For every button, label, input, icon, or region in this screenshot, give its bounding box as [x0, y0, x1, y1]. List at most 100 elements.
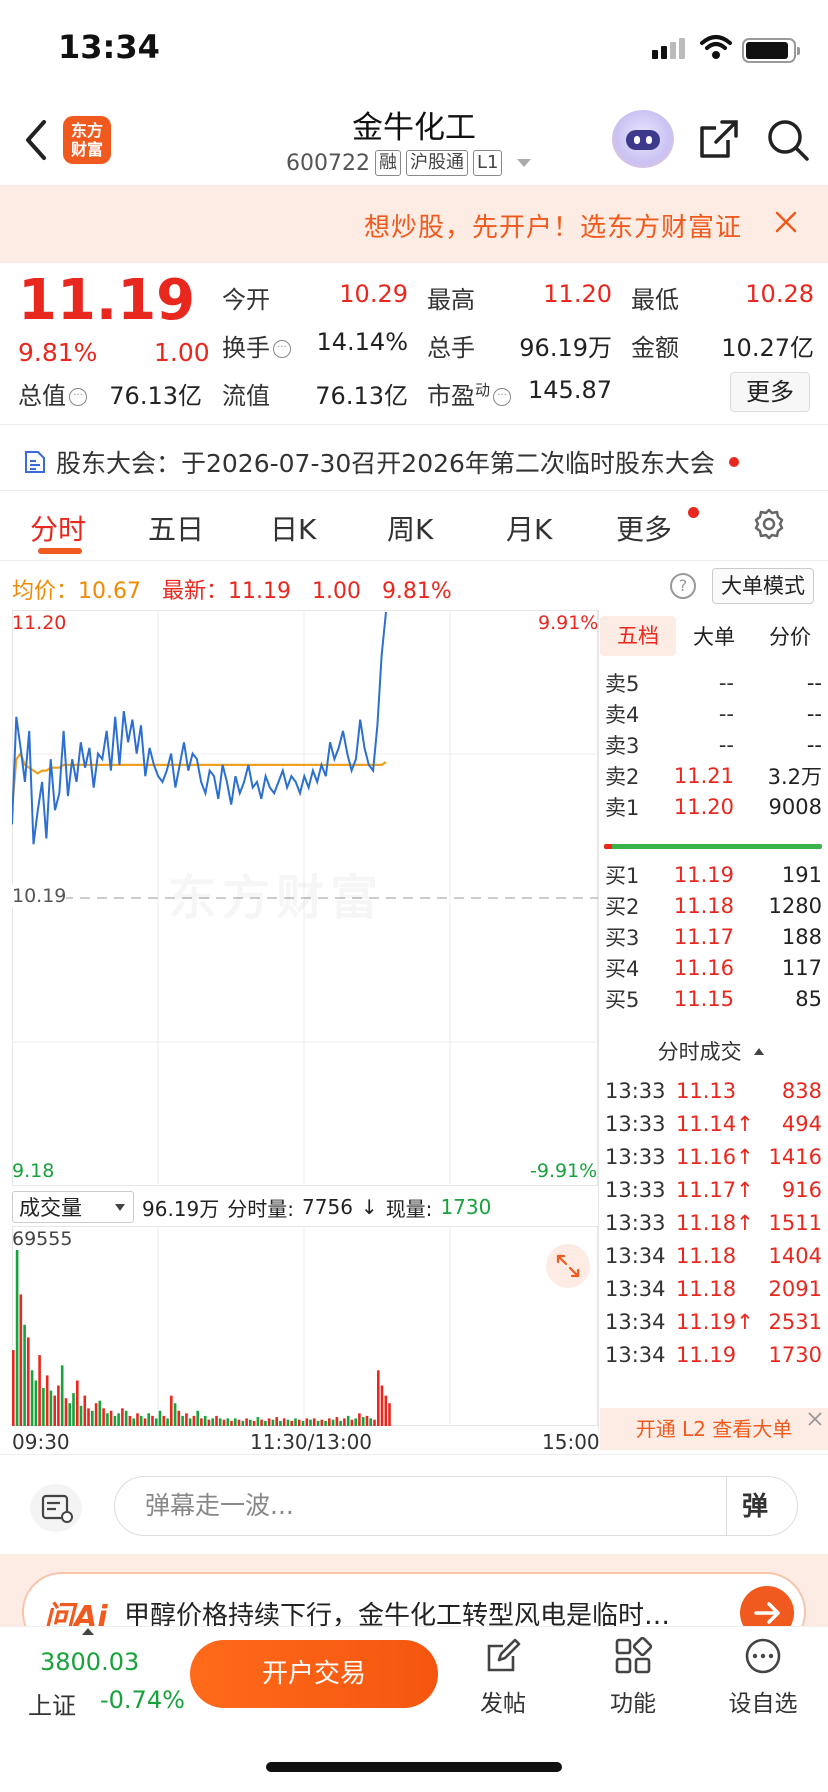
tab-five-day[interactable]: 五日	[148, 508, 204, 548]
open-account-trade-button[interactable]: 开户交易	[190, 1640, 438, 1708]
volume-selector[interactable]: 成交量	[12, 1191, 134, 1223]
y-axis-top-label: 11.20	[12, 612, 67, 634]
avg-price-line	[12, 751, 387, 811]
ask-row[interactable]: 卖4 -- --	[600, 697, 822, 731]
pct-axis-top-label: 9.91%	[538, 612, 599, 634]
float-cap-label: 流值	[222, 382, 270, 410]
info-icon[interactable]: ···	[493, 388, 512, 406]
danmaku-toggle-button[interactable]: 弹	[742, 1486, 768, 1523]
close-icon[interactable]	[806, 1410, 824, 1428]
level-label: 卖2	[605, 765, 640, 789]
search-icon[interactable]	[766, 118, 810, 162]
volume-bar	[147, 1413, 150, 1426]
volume-bar	[346, 1415, 350, 1426]
now-volume-label: 现量:	[385, 1196, 433, 1221]
ask-row[interactable]: 卖3 -- --	[600, 728, 822, 762]
intraday-stats: 均价：10.67 最新：11.19 1.00 9.81%	[12, 573, 452, 605]
stock-code-line[interactable]: 600722 融 沪股通 L1	[286, 150, 532, 176]
comment-list-icon[interactable]	[30, 1484, 82, 1532]
volume-bar	[136, 1413, 139, 1426]
total-hands-value: 96.19万	[519, 334, 612, 362]
tab-big-orders[interactable]: 大单	[676, 621, 752, 651]
volume-bar	[241, 1420, 245, 1426]
index-value[interactable]: 3800.03	[40, 1648, 139, 1676]
expand-button[interactable]	[546, 1244, 590, 1288]
volume-bar	[218, 1418, 222, 1426]
tab-monthly-k[interactable]: 月K	[506, 508, 552, 548]
volume-bar	[15, 1250, 19, 1426]
volume-bar	[350, 1419, 354, 1426]
volume-bar	[335, 1417, 339, 1426]
nav-add-watchlist[interactable]: 设自选	[718, 1636, 808, 1718]
volume-bar	[60, 1365, 64, 1426]
level-volume: 85	[795, 987, 822, 1011]
more-stats-button[interactable]: 更多	[730, 372, 810, 412]
bid-row[interactable]: 买4 11.16 117	[600, 951, 822, 985]
chevron-up-icon[interactable]	[82, 1628, 94, 1635]
volume-bar	[128, 1415, 132, 1426]
gear-icon[interactable]	[752, 507, 786, 541]
nav-functions[interactable]: 功能	[588, 1636, 678, 1718]
x-axis-noon: 11:30/13:00	[250, 1430, 373, 1454]
ask-row[interactable]: 卖5 -- --	[600, 666, 822, 700]
volume-bar	[260, 1419, 263, 1426]
level-volume: 117	[781, 956, 822, 980]
level-price: 11.20	[673, 795, 734, 819]
big-order-mode-button[interactable]: 大单模式	[712, 568, 814, 604]
bid-row[interactable]: 买2 11.18 1280	[600, 889, 822, 923]
trade-volume: 2091	[768, 1277, 822, 1301]
volume-bar	[230, 1420, 233, 1426]
volume-bar	[309, 1419, 312, 1426]
y-axis-bottom-label: 9.18	[12, 1160, 55, 1182]
ai-assistant-icon[interactable]	[612, 110, 674, 168]
volume-bar	[369, 1418, 372, 1426]
trade-time: 13:33	[605, 1145, 666, 1169]
tab-price-distribution[interactable]: 分价	[752, 621, 828, 651]
trades-title[interactable]: 分时成交	[600, 1036, 822, 1066]
volume-bar	[158, 1410, 162, 1426]
volume-bar	[361, 1417, 365, 1426]
grid-icon	[615, 1636, 653, 1674]
minute-volume-label: 分时量:	[227, 1196, 295, 1221]
chevron-down-icon[interactable]	[517, 159, 532, 167]
nav-post[interactable]: 发帖	[458, 1636, 548, 1718]
tab-more-dot	[688, 507, 699, 518]
volume-bar	[207, 1419, 211, 1426]
bid-row[interactable]: 买3 11.17 188	[600, 920, 822, 954]
volume-bar	[102, 1408, 105, 1426]
shareholder-notice[interactable]: 股东大会：于2026-07-30召开2026年第二次临时股东大会	[24, 444, 739, 480]
info-icon[interactable]: ···	[273, 340, 291, 358]
bid-row[interactable]: 买5 11.15 85	[600, 982, 822, 1016]
tab-more[interactable]: 更多	[616, 508, 672, 548]
tab-intraday[interactable]: 分时	[30, 508, 86, 548]
volume-bar	[57, 1385, 60, 1426]
tab-daily-k[interactable]: 日K	[270, 508, 316, 548]
tag-hk-connect: 沪股通	[405, 150, 468, 176]
volume-chart[interactable]	[12, 1226, 598, 1426]
change-percent: 9.81%	[18, 338, 98, 367]
status-time: 13:34	[58, 28, 160, 66]
bid-ask-ratio-bar	[604, 844, 822, 849]
level-label: 买4	[605, 957, 640, 981]
share-icon[interactable]	[698, 118, 740, 160]
tab-five-levels[interactable]: 五档	[600, 616, 676, 656]
nav-functions-label: 功能	[610, 1691, 656, 1717]
comment-input[interactable]: 弹幕走一波...	[114, 1476, 798, 1536]
info-icon[interactable]: ···	[69, 388, 87, 406]
volume-bar	[377, 1370, 380, 1426]
promo-banner[interactable]: 想炒股，先开户！选东方财富证	[0, 185, 828, 263]
l2-upgrade-link[interactable]: 开通 L2 查看大单	[600, 1408, 828, 1450]
ask-row[interactable]: 卖2 11.21 3.2万	[600, 759, 822, 793]
tab-weekly-k[interactable]: 周K	[387, 508, 433, 548]
ask-row[interactable]: 卖1 11.20 9008	[600, 790, 822, 824]
trade-price: 11.18	[676, 1244, 737, 1268]
bid-row[interactable]: 买1 11.19 191	[600, 858, 822, 892]
help-icon[interactable]: ?	[670, 573, 696, 599]
level-volume: 3.2万	[767, 765, 822, 789]
level-volume: 191	[781, 863, 822, 887]
low-label: 最低	[631, 286, 679, 314]
volume-bar	[23, 1324, 26, 1426]
volume-bar	[188, 1418, 192, 1426]
close-icon[interactable]	[774, 210, 798, 234]
index-name: 上证	[28, 1692, 76, 1720]
